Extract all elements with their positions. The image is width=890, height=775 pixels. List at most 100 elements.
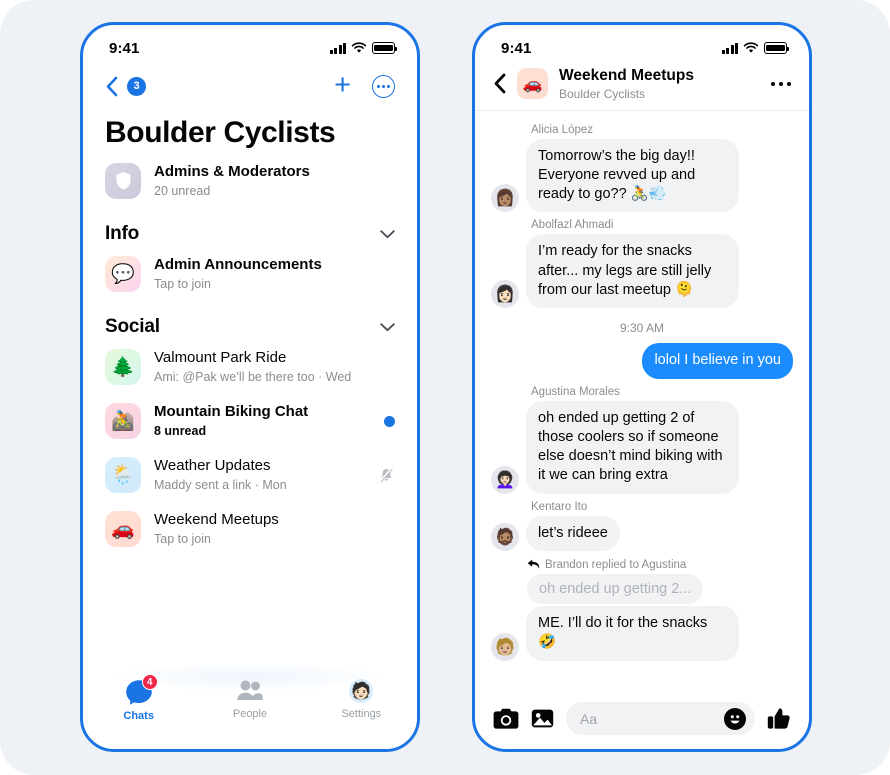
list-item-emoji: 🌦️ (111, 463, 135, 487)
tab-label: Chats (123, 710, 154, 722)
list-item-emoji: 🚗 (111, 517, 135, 541)
status-bar-right: 9:41 (475, 25, 809, 65)
image-icon[interactable] (531, 708, 554, 729)
tab-settings[interactable]: 🧑🏻 Settings (306, 679, 417, 720)
quoted-message[interactable]: oh ended up getting 2... (527, 574, 703, 604)
list-item-weekend-meetups[interactable]: 🚗 Weekend Meetups Tap to join (83, 502, 417, 556)
list-item-title: Admins & Moderators (154, 163, 395, 182)
message-bubble[interactable]: Tomorrow’s the big day!! Everyone revved… (526, 139, 739, 213)
message-row: 👩🏽 Tomorrow’s the big day!! Everyone rev… (491, 139, 793, 213)
page-title: Boulder Cyclists (83, 103, 417, 154)
smiley-icon[interactable] (724, 708, 746, 730)
new-chat-button[interactable]: + (334, 71, 351, 100)
message-row-outgoing: lolol I believe in you (491, 343, 793, 378)
message-bubble-outgoing[interactable]: lolol I believe in you (642, 343, 793, 378)
list-item-admins[interactable]: Admins & Moderators 20 unread (83, 154, 417, 208)
list-item-title: Valmount Park Ride (154, 349, 395, 368)
list-item-mountain-biking-chat[interactable]: 🚵 Mountain Biking Chat 8 unread (83, 394, 417, 448)
people-icon (236, 679, 264, 703)
reply-label: Brandon replied to Agustina (545, 559, 686, 571)
section-title: Social (105, 316, 160, 338)
message-bubble[interactable]: oh ended up getting 2 of those coolers s… (526, 401, 739, 494)
message-bubble[interactable]: let’s rideee (526, 516, 620, 551)
status-bar-left: 9:41 (83, 25, 417, 65)
list-item-status (384, 416, 395, 427)
list-item-status (378, 467, 395, 484)
list-item-emoji: 🚵 (111, 409, 135, 433)
wifi-icon (351, 42, 367, 54)
avatar[interactable]: 🧔🏽 (491, 523, 519, 551)
list-item-title: Mountain Biking Chat (154, 403, 371, 422)
cellular-signal-icon (330, 43, 347, 54)
battery-icon (764, 42, 787, 54)
avatar-emoji: 🧑🏼 (495, 637, 515, 657)
unread-dot-icon (384, 416, 395, 427)
list-item-text: Weather Updates Maddy sent a link · Mon (154, 457, 365, 493)
message-row: 🧔🏽 let’s rideee (491, 516, 793, 551)
thread-list-navbar: 3 + (83, 65, 417, 103)
message-sender: Kentaro Ito (531, 501, 793, 513)
back-unread-badge: 3 (127, 77, 146, 96)
message-input-wrapper[interactable] (566, 702, 755, 735)
thumbs-up-icon[interactable] (767, 707, 791, 731)
chevron-down-icon[interactable] (380, 230, 395, 239)
list-item-subtitle: 8 unread (154, 423, 371, 439)
speech-bubble-icon: 💬 (105, 256, 141, 292)
message-sender: Alicia López (531, 124, 793, 136)
shield-icon (105, 163, 141, 199)
list-item-text: Weekend Meetups Tap to join (154, 511, 395, 547)
message-composer (475, 702, 809, 735)
battery-icon (372, 42, 395, 54)
wifi-icon (743, 42, 759, 54)
list-item-weather-updates[interactable]: 🌦️ Weather Updates Maddy sent a link · M… (83, 448, 417, 502)
more-options-icon[interactable] (372, 75, 395, 98)
list-item-text: Admins & Moderators 20 unread (154, 163, 395, 199)
message-thread: Alicia López 👩🏽 Tomorrow’s the big day!!… (475, 111, 809, 661)
section-title: Info (105, 223, 139, 245)
chevron-down-icon[interactable] (380, 323, 395, 332)
section-header-info[interactable]: Info (83, 208, 417, 247)
conversation-navbar: 🚗 Weekend Meetups Boulder Cyclists (475, 65, 809, 111)
bell-muted-icon (378, 467, 395, 484)
thread-avatar-emoji: 🚗 (523, 74, 543, 94)
cellular-signal-icon (722, 43, 739, 54)
tree-icon: 🌲 (105, 349, 141, 385)
list-item-text: Admin Announcements Tap to join (154, 256, 395, 292)
avatar[interactable]: 👩🏻 (491, 280, 519, 308)
tab-chats[interactable]: 4 Chats (83, 679, 194, 722)
avatar-emoji: 🧔🏽 (495, 527, 515, 547)
more-options-icon[interactable] (771, 82, 792, 87)
avatar-emoji: 👩🏻‍🦱 (495, 470, 515, 490)
list-item-admin-announcements[interactable]: 💬 Admin Announcements Tap to join (83, 247, 417, 301)
section-header-social[interactable]: Social (83, 301, 417, 340)
list-item-title: Weather Updates (154, 457, 365, 476)
tab-label: Settings (341, 708, 381, 720)
list-item-title: Weekend Meetups (154, 511, 395, 530)
message-bubble[interactable]: ME. I’ll do it for the snacks 🤣 (526, 606, 739, 661)
avatar[interactable]: 👩🏻‍🦱 (491, 466, 519, 494)
list-item-valmount-park-ride[interactable]: 🌲 Valmount Park Ride Ami: @Pak we’ll be … (83, 340, 417, 394)
back-button[interactable]: 3 (105, 76, 146, 97)
status-time: 9:41 (109, 40, 139, 57)
message-row: 👩🏻 I’m ready for the snacks after... my … (491, 234, 793, 308)
back-chevron-icon[interactable] (493, 73, 506, 94)
message-sender: Agustina Morales (531, 386, 793, 398)
message-input[interactable] (580, 711, 741, 727)
camera-icon[interactable] (493, 708, 519, 730)
bottom-tab-bar: 4 Chats People 🧑🏻 Settings (83, 671, 417, 749)
thread-avatar[interactable]: 🚗 (517, 68, 548, 99)
chat-bubble-icon: 4 (125, 679, 153, 705)
list-item-text: Mountain Biking Chat 8 unread (154, 403, 371, 439)
message-bubble[interactable]: I’m ready for the snacks after... my leg… (526, 234, 739, 308)
avatar[interactable]: 👩🏽 (491, 184, 519, 212)
phone-conversation: 9:41 🚗 Weekend Meetups Boulder Cyclis (472, 22, 812, 752)
timestamp-separator: 9:30 AM (491, 321, 793, 335)
chats-unread-badge: 4 (142, 674, 158, 690)
list-item-emoji: 💬 (111, 262, 135, 286)
conversation-title-block[interactable]: Weekend Meetups Boulder Cyclists (559, 67, 760, 101)
tab-people[interactable]: People (194, 679, 305, 720)
list-item-emoji: 🌲 (111, 355, 135, 379)
phone-thread-list: 9:41 3 + Boulder Cyclists (80, 22, 420, 752)
avatar[interactable]: 🧑🏼 (491, 633, 519, 661)
list-item-subtitle: Tap to join (154, 531, 395, 547)
